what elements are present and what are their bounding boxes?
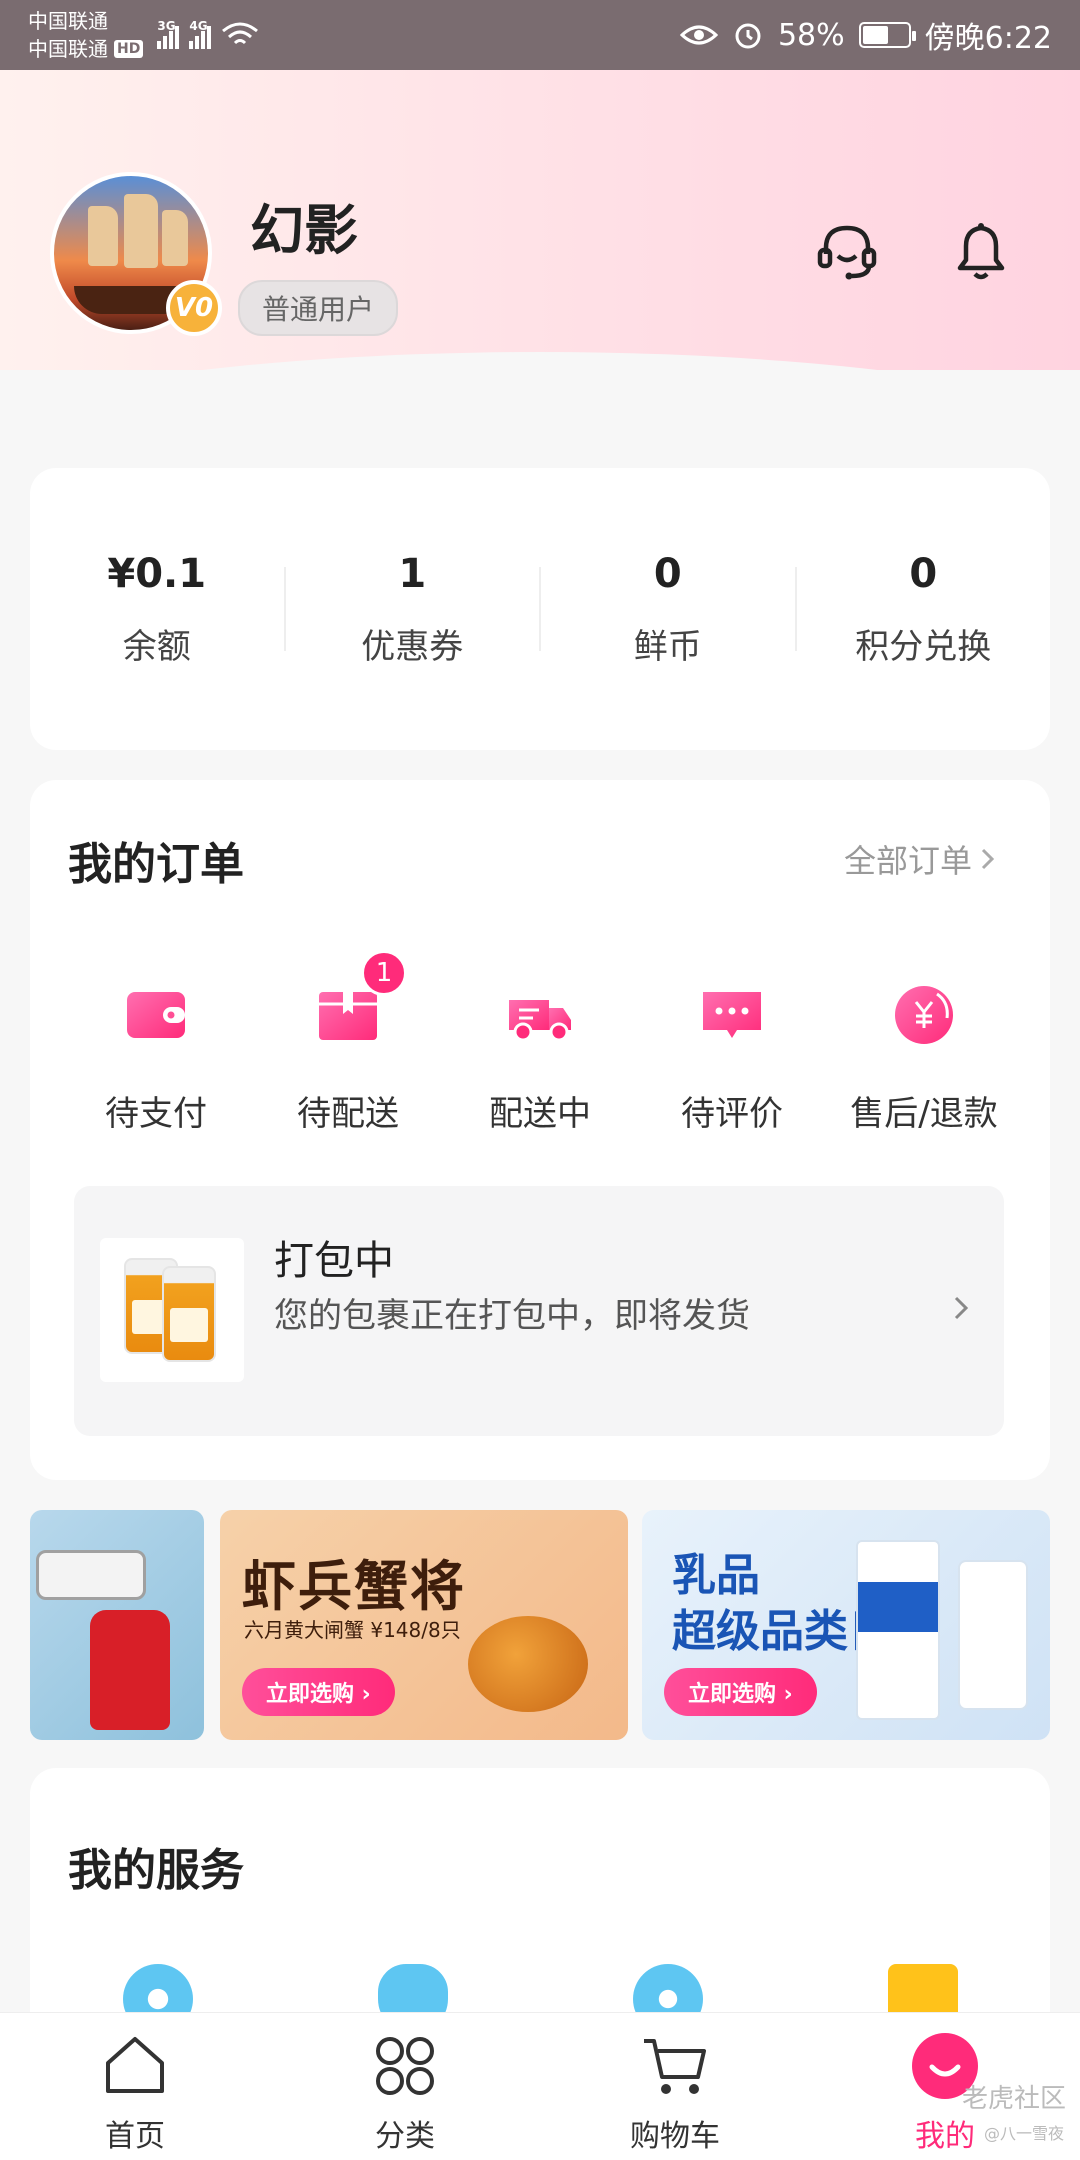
signal-4g-icon: 4G [189, 19, 212, 49]
nav-categories[interactable]: 分类 [270, 2013, 540, 2160]
banner-subtitle: 六月黄大闸蟹 ¥148/8只 [244, 1618, 461, 1642]
buy-now-button[interactable]: 立即选购 › [664, 1668, 817, 1716]
promo-banner-crab[interactable]: 虾兵蟹将 六月黄大闸蟹 ¥148/8只 立即选购 › [220, 1510, 628, 1740]
wallet-label: 积分兑换 [855, 626, 992, 667]
app-page: 中国联通 中国联通 HD 3G 4G 58% 傍晚6:22 V0 幻影 普通用户… [0, 0, 1080, 2160]
order-label: 售后/退款 [850, 1094, 998, 1134]
watermark-text: 老虎社区 [961, 2084, 1066, 2114]
notification-bell-icon[interactable] [946, 216, 1016, 286]
grid-icon [376, 2037, 434, 2095]
nav-label: 分类 [375, 2119, 435, 2154]
packing-title: 打包中 [274, 1238, 394, 1284]
watermark-subtext: @八一雪夜 [983, 2124, 1064, 2143]
order-pending-review[interactable]: 待评价 [636, 980, 828, 1135]
status-bar: 中国联通 中国联通 HD 3G 4G 58% 傍晚6:22 [0, 0, 1080, 70]
username: 幻影 [250, 199, 358, 262]
order-after-sale-refund[interactable]: 售后/退款 [828, 980, 1020, 1135]
buy-now-button[interactable]: 立即选购 › [242, 1668, 395, 1716]
milk-carton-image [856, 1540, 940, 1720]
wallet-coupons[interactable]: 1 优惠券 [286, 468, 540, 750]
services-title: 我的服务 [68, 1845, 244, 1896]
order-label: 待评价 [681, 1094, 783, 1134]
wifi-icon [222, 22, 259, 45]
battery-icon [858, 22, 916, 48]
wallet-value: ¥0.1 [107, 550, 207, 597]
vip-level-badge: V0 [166, 280, 222, 336]
wallet-label: 优惠券 [361, 626, 464, 667]
my-orders-card: 我的订单 全部订单 待支付 1 待配送 配送中 待评价 售后/退款 打包中 您的… [30, 780, 1050, 1480]
order-in-delivery[interactable]: 配送中 [444, 980, 636, 1135]
promo-banner-carousel[interactable]: 虾兵蟹将 六月黄大闸蟹 ¥148/8只 立即选购 › 乳品 超级品类日 立即选购… [30, 1510, 1050, 1740]
milk-cup-image [958, 1560, 1028, 1710]
orders-title: 我的订单 [68, 839, 244, 890]
network-type-1: 3G [157, 19, 176, 33]
banner-title: 虾兵蟹将 [242, 1555, 466, 1618]
home-icon [106, 2037, 164, 2093]
header-curve [0, 352, 1080, 472]
battery-percent: 58% [777, 17, 845, 53]
nav-label: 购物车 [630, 2119, 720, 2154]
eye-comfort-icon [679, 25, 718, 45]
cart-icon [644, 2039, 706, 2094]
wallet-balance[interactable]: ¥0.1 余额 [30, 468, 284, 750]
wallet-label: 余额 [122, 626, 191, 667]
nav-cart[interactable]: 购物车 [540, 2013, 810, 2160]
hd-badge: HD [114, 40, 144, 58]
packing-status-card[interactable]: 打包中 您的包裹正在打包中，即将发货 [74, 1186, 1004, 1436]
signal-3g-icon: 3G [157, 19, 180, 49]
order-label: 配送中 [489, 1094, 591, 1134]
chevron-right-icon [954, 1296, 969, 1320]
wallet-summary-card: ¥0.1 余额 1 优惠券 0 鲜币 0 积分兑换 [30, 468, 1050, 750]
product-thumbnail [100, 1238, 244, 1382]
user-level-badge: 普通用户 [238, 280, 399, 336]
nav-home[interactable]: 首页 [0, 2013, 270, 2160]
order-count-badge: 1 [361, 950, 407, 996]
refund-icon [895, 986, 953, 1044]
all-orders-label: 全部订单 [843, 842, 972, 880]
nav-label: 我的 [915, 2119, 975, 2154]
promo-banner-dairy[interactable]: 乳品 超级品类日 立即选购 › [642, 1510, 1050, 1740]
wallet-value: 0 [653, 550, 682, 597]
alarm-icon [735, 23, 761, 49]
comment-icon [703, 992, 761, 1038]
order-label: 待支付 [105, 1094, 207, 1134]
network-type-2: 4G [189, 19, 208, 33]
wallet-icon [127, 992, 185, 1038]
order-pending-payment[interactable]: 待支付 [60, 980, 252, 1135]
nav-label: 首页 [105, 2119, 165, 2154]
wallet-points-exchange[interactable]: 0 积分兑换 [797, 468, 1051, 750]
carrier-name-1: 中国联通 [28, 9, 108, 33]
truck-icon [509, 1000, 571, 1042]
customer-service-icon[interactable] [812, 216, 882, 286]
carrier-info: 中国联通 中国联通 HD [28, 7, 144, 63]
wallet-label: 鲜币 [633, 626, 702, 667]
wallet-value: 1 [398, 550, 427, 597]
crab-image [468, 1616, 588, 1712]
promo-banner-household[interactable] [30, 1510, 204, 1740]
order-label: 待配送 [297, 1094, 399, 1134]
clock-time: 傍晚6:22 [924, 21, 1052, 56]
carrier-name-2: 中国联通 [28, 37, 108, 61]
chevron-right-icon [981, 848, 995, 870]
wallet-fresh-coins[interactable]: 0 鲜币 [541, 468, 795, 750]
wallet-value: 0 [909, 550, 938, 597]
bottom-navigation: 首页 分类 购物车 我的 [0, 2012, 1080, 2160]
all-orders-link[interactable]: 全部订单 [844, 836, 998, 882]
order-pending-delivery[interactable]: 1 待配送 [252, 950, 444, 1135]
packing-description: 您的包裹正在打包中，即将发货 [274, 1296, 750, 1336]
